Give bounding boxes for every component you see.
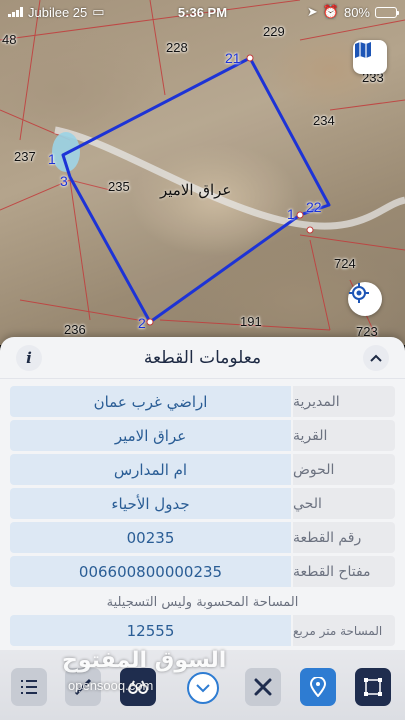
draw-polygon-button[interactable] bbox=[355, 668, 391, 706]
parcel-label: 191 bbox=[240, 314, 262, 329]
collapse-button[interactable] bbox=[363, 344, 389, 371]
info-row-parcel-number: 00235 رقم القطعة bbox=[10, 522, 395, 553]
watermark-arabic: السوق المفتوح bbox=[62, 648, 227, 673]
parcel-name-label: عراق الامير bbox=[160, 181, 232, 199]
row-value: عراق الامير bbox=[10, 420, 291, 451]
tools-icon bbox=[254, 678, 272, 696]
row-label: المساحة متر مربع bbox=[293, 615, 395, 646]
info-row-directorate: اراضي غرب عمان المديرية bbox=[10, 386, 395, 417]
chevron-up-icon bbox=[370, 354, 382, 362]
vertex-label: 21 bbox=[225, 50, 241, 66]
parcel-label: 48 bbox=[2, 32, 17, 47]
row-value: جدول الأحياء bbox=[10, 488, 291, 519]
row-label: مفتاح القطعة bbox=[293, 556, 395, 587]
carrier-info: Jubilee 25 ▭ bbox=[8, 4, 105, 20]
map-layers-icon bbox=[355, 42, 371, 58]
list-icon bbox=[21, 680, 37, 694]
vertex-label: 1 bbox=[287, 206, 295, 222]
parcel-label: 724 bbox=[334, 256, 356, 271]
info-row-parcel-key: 006600800000235 مفتاح القطعة bbox=[10, 556, 395, 587]
row-label: رقم القطعة bbox=[293, 522, 395, 553]
info-row-area: 12555 المساحة متر مربع bbox=[10, 615, 395, 646]
row-value: 00235 bbox=[10, 522, 291, 553]
vertex-label: 22 bbox=[306, 199, 322, 215]
info-row-neighborhood: جدول الأحياء الحي bbox=[10, 488, 395, 519]
sheet-header: i معلومات القطعة bbox=[0, 337, 405, 379]
status-bar: Jubilee 25 ▭ 5:36 PM ➤ ⏰ 80% bbox=[0, 0, 405, 24]
row-label: الحي bbox=[293, 488, 395, 519]
signal-icon bbox=[8, 7, 23, 17]
map-view[interactable]: 48 228 229 233 234 237 235 724 236 191 7… bbox=[0, 0, 405, 345]
info-button[interactable]: i bbox=[16, 344, 42, 371]
parcel-label: 237 bbox=[14, 149, 36, 164]
chevron-down-icon bbox=[196, 683, 210, 692]
row-value: 006600800000235 bbox=[10, 556, 291, 587]
polygon-icon bbox=[364, 678, 382, 696]
row-label: الحوض bbox=[293, 454, 395, 485]
row-value: 12555 bbox=[10, 615, 291, 646]
list-button[interactable] bbox=[11, 668, 47, 706]
area-note: المساحة المحسوبة وليس التسجيلية bbox=[106, 594, 299, 610]
tools-button[interactable] bbox=[245, 668, 281, 706]
vertex-label: 3 bbox=[60, 173, 68, 189]
row-label: المديرية bbox=[293, 386, 395, 417]
place-pin-button[interactable] bbox=[300, 668, 336, 706]
parcel-label: 229 bbox=[263, 24, 285, 39]
info-row-village: عراق الامير القرية bbox=[10, 420, 395, 451]
info-icon: i bbox=[26, 348, 32, 367]
pin-icon bbox=[310, 677, 326, 697]
parcel-label: 236 bbox=[64, 322, 86, 337]
vertex-label: 1 bbox=[48, 151, 56, 167]
parcel-label: 228 bbox=[166, 40, 188, 55]
sim-icon: ▭ bbox=[92, 4, 105, 19]
system-indicators: ➤ ⏰ 80% bbox=[306, 4, 399, 20]
battery-icon bbox=[375, 6, 399, 18]
watermark-latin: opensooq.com bbox=[68, 678, 154, 693]
row-value: ام المدارس bbox=[10, 454, 291, 485]
battery-percent: 80% bbox=[343, 4, 370, 20]
carrier-name: Jubilee 25 bbox=[28, 4, 88, 20]
info-row-basin: ام المدارس الحوض bbox=[10, 454, 395, 485]
info-rows: اراضي غرب عمان المديرية عراق الامير القر… bbox=[0, 379, 405, 646]
locate-button[interactable] bbox=[348, 282, 382, 316]
expand-toggle-button[interactable] bbox=[187, 672, 219, 704]
parcel-label: 234 bbox=[313, 113, 335, 128]
map-layers-button[interactable] bbox=[353, 40, 387, 74]
alarm-icon: ⏰ bbox=[322, 4, 339, 19]
row-value: اراضي غرب عمان bbox=[10, 386, 291, 417]
vertex-label: 2 bbox=[138, 315, 146, 331]
crosshair-icon bbox=[349, 283, 369, 303]
parcel-label: 235 bbox=[108, 179, 130, 194]
location-icon: ➤ bbox=[306, 4, 318, 19]
row-label: القرية bbox=[293, 420, 395, 451]
sheet-title: معلومات القطعة bbox=[143, 347, 262, 368]
